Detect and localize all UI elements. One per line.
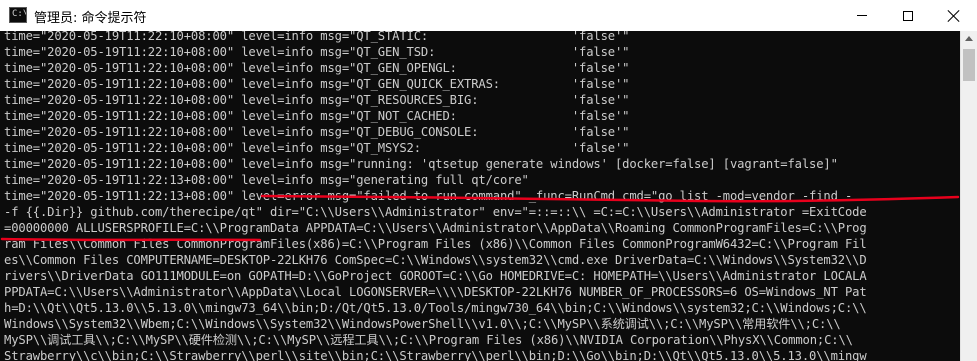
scroll-up-arrow-icon[interactable] [965, 36, 973, 41]
scrollbar-thumb[interactable] [963, 49, 975, 81]
console-line: time="2020-05-19T11:22:10+08:00" level=i… [4, 157, 838, 171]
console-line: time="2020-05-19T11:22:10+08:00" level=i… [4, 31, 630, 43]
maximize-button[interactable] [885, 0, 931, 31]
vertical-scrollbar[interactable] [960, 31, 977, 361]
console-line: -f {{.Dir}} github.com/therecipe/qt" dir… [4, 205, 867, 219]
console-line: =00000000 ALLUSERSPROFILE=C:\\ProgramDat… [4, 221, 867, 235]
maximize-icon [903, 10, 913, 21]
console-line: time="2020-05-19T11:22:10+08:00" level=i… [4, 45, 630, 59]
console-line: rivers\\DriverData GO111MODULE=on GOPATH… [4, 269, 867, 283]
close-icon [948, 10, 960, 22]
title-bar[interactable]: C:\ 管理员: 命令提示符 [0, 0, 977, 32]
console-line: time="2020-05-19T11:22:10+08:00" level=i… [4, 109, 630, 123]
console-line: Strawberry\\c\\bin;C:\\Strawberry\\perl\… [4, 349, 867, 361]
cmd-icon: C:\ [9, 7, 27, 23]
console-line: time="2020-05-19T11:22:10+08:00" level=i… [4, 61, 630, 75]
console-line: MySP\\调试工具\\;C:\\MySP\\硬件检测\\;C:\\MySP\\… [4, 333, 853, 347]
console-line: time="2020-05-19T11:22:10+08:00" level=i… [4, 93, 630, 107]
console-line: time="2020-05-19T11:22:13+08:00" level=i… [4, 173, 529, 187]
close-button[interactable] [931, 0, 977, 31]
console-line: Windows\\System32\\Wbem;C:\\Windows\\Sys… [4, 317, 841, 331]
console-line: time="2020-05-19T11:22:13+08:00" level=e… [4, 189, 853, 203]
minimize-icon [857, 15, 867, 16]
console-line: time="2020-05-19T11:22:10+08:00" level=i… [4, 141, 630, 155]
console-line: time="2020-05-19T11:22:10+08:00" level=i… [4, 77, 630, 91]
console-line: es\\Common Files COMPUTERNAME=DESKTOP-22… [4, 253, 867, 267]
console-line: time="2020-05-19T11:22:10+08:00" level=i… [4, 125, 630, 139]
console-line: h=D:\\Qt\\Qt5.13.0\\5.13.0\\mingw73_64\\… [4, 301, 867, 315]
console-line: PPDATA=C:\\Users\\Administrator\\AppData… [4, 285, 867, 299]
minimize-button[interactable] [839, 0, 885, 31]
window-title: 管理员: 命令提示符 [34, 11, 147, 26]
console-line: ram Files\\Common Files CommonProgramFil… [4, 237, 867, 251]
console-output[interactable]: time="2020-05-19T11:22:10+08:00" level=i… [0, 31, 960, 361]
